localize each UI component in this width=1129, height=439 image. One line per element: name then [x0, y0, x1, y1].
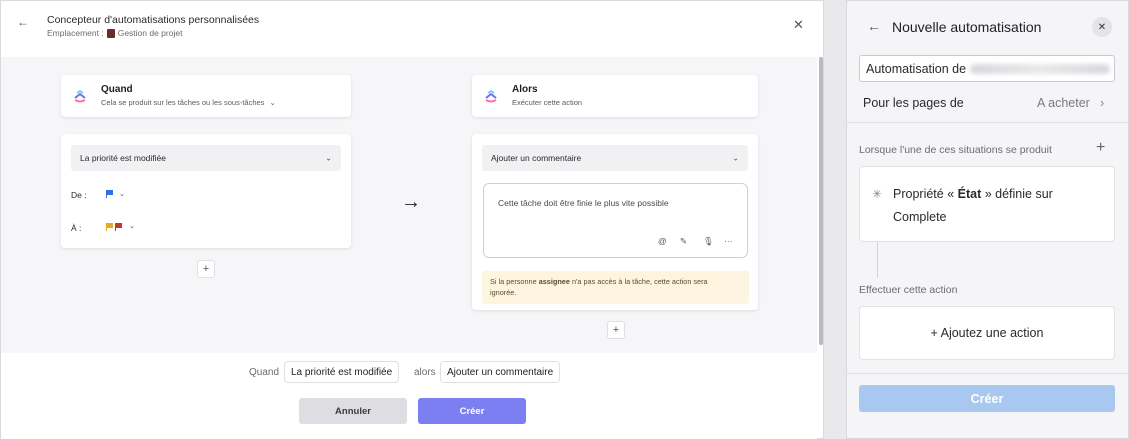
divider [847, 122, 1128, 123]
summary-trigger-chip-wrap: La priorité est modifiée [284, 361, 400, 383]
action-section-label: Effectuer cette action [859, 284, 958, 296]
create-button[interactable]: Créer [418, 398, 526, 424]
panel-title: Nouvelle automatisation [892, 19, 1042, 35]
microphone-icon[interactable]: 🎙 [703, 236, 714, 247]
pages-label: Pour les pages de [863, 96, 964, 110]
automation-builder-panel: ← Concepteur d'automatisations personnal… [0, 0, 824, 439]
warning-text-prefix: Si la personne [490, 277, 537, 286]
clickup-logo-icon [485, 90, 497, 103]
chevron-down-icon: ⌄ [325, 153, 332, 163]
when-subtitle-text: Cela se produit sur les tâches ou les so… [101, 98, 265, 107]
add-condition-button[interactable]: + [197, 260, 215, 278]
chevron-down-icon[interactable]: ⌄ [119, 190, 125, 198]
builder-title: Concepteur d'automatisations personnalis… [47, 14, 260, 26]
action-dropdown-value: Ajouter un commentaire [491, 153, 582, 163]
close-icon[interactable]: ✕ [793, 17, 804, 33]
trigger-section-label: Lorsque l'une de ces situations se produ… [859, 144, 1052, 156]
trigger-dropdown[interactable]: La priorité est modifiée ⌄ [71, 145, 341, 171]
trigger-card[interactable]: ✳ Propriété « État » définie sur Complet… [859, 166, 1115, 242]
then-title: Alors [512, 84, 538, 95]
comment-text: Cette tâche doit être finie le plus vite… [498, 198, 669, 208]
builder-footer [1, 353, 817, 439]
create-automation-button[interactable]: Créer [859, 385, 1115, 412]
add-action-card[interactable]: + Ajoutez une action [859, 306, 1115, 360]
trigger-line1-bold: État [957, 187, 982, 201]
warning-text-bold: assignee [538, 277, 570, 286]
summary-then: alors [414, 361, 436, 383]
comment-textarea[interactable]: Cette tâche doit être finie le plus vite… [483, 183, 748, 258]
warning-text-suffix: n'a pas accès à la tâche, cette action s… [571, 277, 708, 286]
back-arrow-icon[interactable]: ← [17, 15, 31, 29]
new-automation-panel: ← Nouvelle automatisation ✕ Automatisati… [846, 0, 1129, 439]
mention-icon[interactable]: @ [658, 236, 667, 246]
chevron-down-icon: ⌄ [732, 153, 739, 163]
pages-value: A acheter [1037, 96, 1090, 110]
close-icon[interactable]: ✕ [1092, 17, 1112, 37]
trigger-line2: Complete [893, 210, 947, 224]
to-label: À : [71, 223, 82, 233]
breadcrumb: Emplacement : Gestion de projet [47, 28, 182, 38]
flag-icon[interactable] [106, 190, 113, 198]
chevron-down-icon: ⌄ [269, 98, 276, 107]
summary-then-word: alors [414, 366, 436, 378]
add-trigger-icon[interactable]: + [1096, 139, 1105, 157]
back-arrow-icon[interactable]: ← [867, 18, 881, 34]
when-header-card[interactable]: Quand Cela se produit sur les tâches ou … [61, 75, 351, 117]
trigger-line1-pre: Propriété « [893, 187, 958, 201]
loading-spinner-icon: ✳ [872, 187, 883, 201]
scrollbar-thumb[interactable] [819, 57, 823, 345]
summary-trigger-chip[interactable]: La priorité est modifiée [284, 361, 400, 383]
arrow-right-icon: → [401, 191, 421, 213]
summary-when-word: Quand [249, 366, 280, 378]
summary-when: Quand [249, 361, 279, 383]
warning-banner: Si la personne assignee n'a pas accès à … [482, 271, 749, 304]
breadcrumb-location[interactable]: Gestion de projet [118, 28, 183, 38]
add-action-button[interactable]: + [607, 321, 625, 339]
when-title: Quand [101, 84, 133, 95]
divider [847, 373, 1128, 374]
flag-icon[interactable] [115, 223, 122, 231]
flag-icon[interactable] [106, 223, 113, 231]
then-subtitle: Exécuter cette action [512, 98, 583, 107]
summary-action-chip[interactable]: Ajouter un commentaire [440, 361, 561, 383]
then-header-card[interactable]: Alors Exécuter cette action [472, 75, 758, 117]
ai-icon[interactable]: ✎ [680, 236, 687, 247]
from-label: De : [71, 190, 87, 200]
summary-action-chip-wrap: Ajouter un commentaire [440, 361, 561, 383]
cancel-button[interactable]: Annuler [299, 398, 407, 424]
breadcrumb-label: Emplacement : [47, 28, 104, 38]
when-body-card: La priorité est modifiée ⌄ De : ⌄ À : ⌄ [61, 134, 351, 248]
automation-name-prefix: Automatisation de [866, 61, 967, 76]
warning-text-line2: ignorée. [490, 287, 517, 297]
chevron-down-icon[interactable]: ⌄ [129, 222, 135, 230]
builder-header: ← Concepteur d'automatisations personnal… [1, 1, 823, 45]
folder-icon [106, 28, 115, 38]
when-subtitle[interactable]: Cela se produit sur les tâches ou les so… [101, 98, 276, 107]
chevron-right-icon: › [1100, 96, 1105, 110]
more-icon[interactable]: ··· [724, 236, 733, 246]
canvas-scrollbar[interactable] [819, 57, 823, 345]
trigger-dropdown-value: La priorité est modifiée [80, 153, 166, 163]
pages-row[interactable]: Pour les pages de A acheter › [863, 96, 1113, 110]
trigger-line1-post: » définie sur [981, 187, 1053, 201]
action-dropdown[interactable]: Ajouter un commentaire ⌄ [482, 145, 748, 171]
clickup-logo-icon [74, 90, 86, 103]
redacted-name [970, 63, 1111, 74]
automation-name-input[interactable]: Automatisation de [859, 55, 1115, 82]
trigger-line1: Propriété « État » définie sur [893, 187, 1053, 201]
connector-line [877, 242, 878, 278]
